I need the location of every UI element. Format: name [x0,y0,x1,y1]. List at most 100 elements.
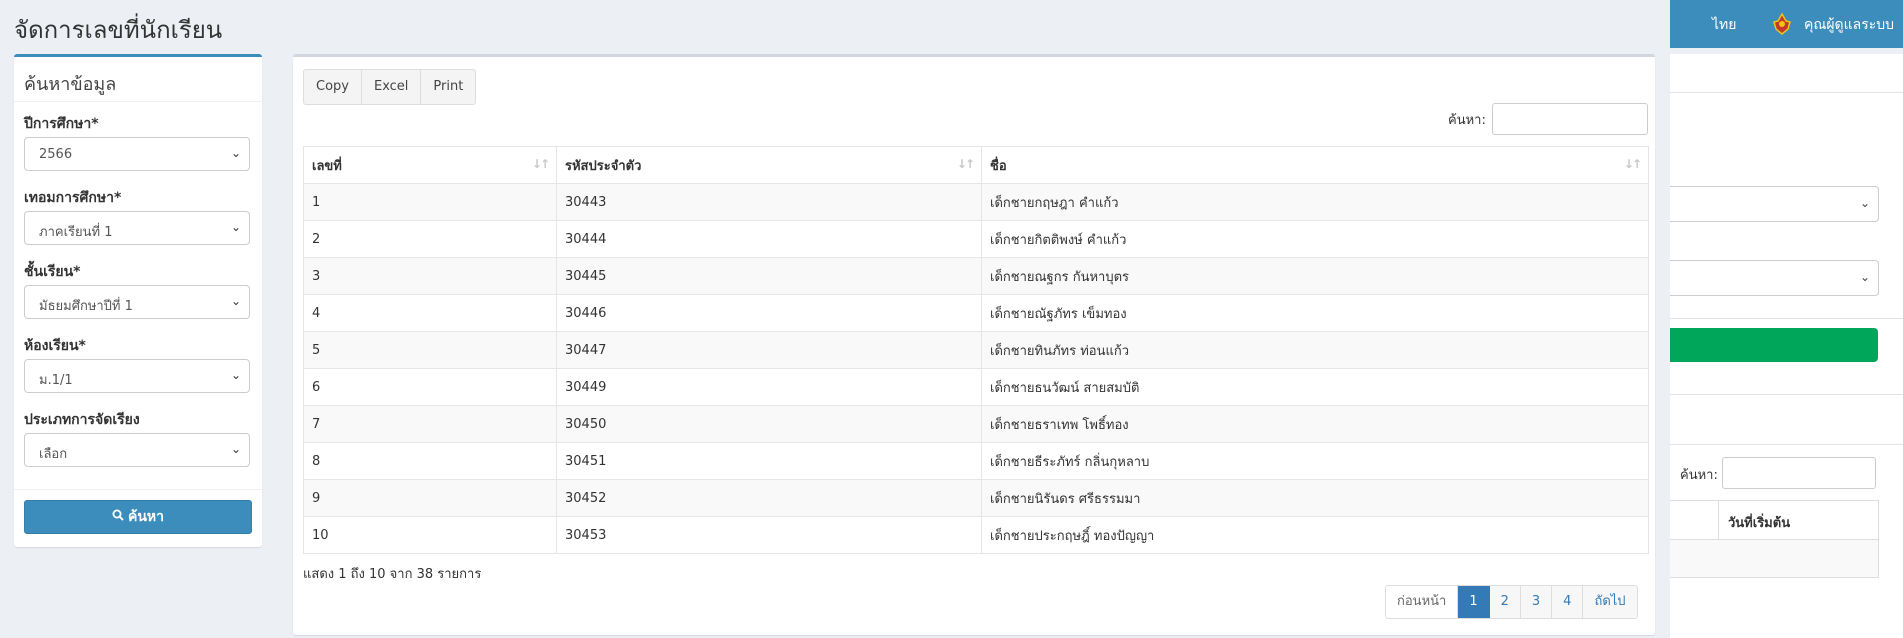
panel-divider [1670,394,1903,395]
table-row: 8 30451 เด็กชายธีระภัทร์ กลิ่นกุหลาบ [303,442,1649,480]
table-row: 9 30452 เด็กชายนิรันดร ศรีธรรมมา [303,479,1649,517]
panel-table-row [1670,540,1878,577]
sort-icon: ↓↑ [956,157,975,171]
cell-name: เด็กชายประกฤษฎิ์ ทองปัญญา [981,516,1649,554]
grade-level-label: ชั้นเรียน* [24,264,81,280]
cell-student-id: 30446 [556,294,982,332]
pagination: ก่อนหน้า 1 2 3 4 ถัดไป [1385,585,1638,619]
search-icon [112,501,124,533]
copy-button[interactable]: Copy [304,70,362,104]
search-box: ค้นหาข้อมูล ปีการศึกษา* 2566 ⌄ เทอมการศึ… [14,54,262,547]
cell-name: เด็กชายธราเทพ โพธิ์ทอง [981,405,1649,443]
cell-number: 3 [303,257,557,295]
cell-name: เด็กชายธนวัฒน์ สายสมบัติ [981,368,1649,406]
sort-icon: ↓↑ [531,157,550,171]
student-table: เลขที่ ↓↑ รหัสประจำตัว ↓↑ ชื่อ ↓↑ 1 30443 เด็… [303,146,1649,554]
grade-level-select[interactable]: มัธยมศึกษาปีที่ 1 ⌄ [24,285,250,319]
table-row: 3 30445 เด็กชายณฐกร กันหาบุตร [303,257,1649,295]
table-info: แสดง 1 ถึง 10 จาก 38 รายการ [303,567,482,582]
panel-table-header-label: วันที่เริ่มต้น [1728,516,1791,531]
excel-button[interactable]: Excel [362,70,422,104]
panel-select[interactable]: ⌄ [1670,260,1879,296]
table-header-row: เลขที่ ↓↑ รหัสประจำตัว ↓↑ ชื่อ ↓↑ [303,146,1649,184]
cell-number: 9 [303,479,557,517]
column-header-name[interactable]: ชื่อ ↓↑ [981,146,1649,184]
student-list-box: Copy Excel Print ค้นหา: เลขที่ ↓↑ รหัสประ… [293,54,1655,635]
table-filter-label: ค้นหา: [1448,113,1486,128]
table-row: 1 30443 เด็กชายกฤษฎา คำแก้ว [303,183,1649,221]
cell-number: 10 [303,516,557,554]
table-row: 2 30444 เด็กชายกิตติพงษ์ คำแก้ว [303,220,1649,258]
chevron-down-icon: ⌄ [230,294,241,308]
academic-year-label: ปีการศึกษา* [24,116,99,132]
cell-name: เด็กชายณัฐภัทร เข็มทอง [981,294,1649,332]
table-filter-input[interactable] [1492,103,1648,135]
table-row: 5 30447 เด็กชายทินภัทร ท่อนแก้ว [303,331,1649,369]
panel-divider [1670,92,1903,93]
select-value: 2566 [39,147,73,162]
user-name[interactable]: คุณผู้ดูแลระบบ [1804,14,1894,36]
right-overlapped-panel: ⌄ ⌄ ค้นหา: วันที่เริ่มต้น [1670,54,1903,638]
language-switch[interactable]: ไทย [1712,14,1736,36]
column-header-student-id[interactable]: รหัสประจำตัว ↓↑ [556,146,982,184]
panel-divider [1670,318,1903,319]
cell-name: เด็กชายทินภัทร ท่อนแก้ว [981,331,1649,369]
cell-number: 6 [303,368,557,406]
pagination-page-4[interactable]: 4 [1552,586,1584,618]
cell-number: 5 [303,331,557,369]
cell-name: เด็กชายธีระภัทร์ กลิ่นกุหลาบ [981,442,1649,480]
semester-label: เทอมการศึกษา* [24,190,122,206]
sort-icon: ↓↑ [1623,157,1642,171]
select-value: มัธยมศึกษาปีที่ 1 [39,299,133,314]
chevron-down-icon: ⌄ [230,442,241,456]
panel-table: วันที่เริ่มต้น [1670,500,1879,578]
panel-search-input[interactable] [1722,457,1876,489]
print-button[interactable]: Print [421,70,475,104]
semester-select[interactable]: ภาคเรียนที่ 1 ⌄ [24,211,250,245]
cell-number: 7 [303,405,557,443]
academic-year-select[interactable]: 2566 ⌄ [24,137,250,171]
select-value: ม.1/1 [39,373,73,388]
search-button-label: ค้นหา [127,509,165,525]
panel-select[interactable]: ⌄ [1670,186,1879,222]
chevron-down-icon: ⌄ [1859,196,1870,210]
pagination-page-3[interactable]: 3 [1520,586,1553,618]
cell-student-id: 30447 [556,331,982,369]
box-footer-divider [14,489,262,490]
top-navbar: ไทย คุณผู้ดูแลระบบ [1670,0,1903,48]
cell-name: เด็กชายณฐกร กันหาบุตร [981,257,1649,295]
pagination-prev[interactable]: ก่อนหน้า [1386,586,1459,618]
sort-type-select[interactable]: เลือก ⌄ [24,433,250,467]
column-header-number[interactable]: เลขที่ ↓↑ [303,146,557,184]
panel-divider [1670,444,1903,445]
select-value: ภาคเรียนที่ 1 [39,225,113,240]
pagination-next[interactable]: ถัดไป [1583,586,1637,618]
classroom-select[interactable]: ม.1/1 ⌄ [24,359,250,393]
cell-student-id: 30451 [556,442,982,480]
cell-student-id: 30444 [556,220,982,258]
cell-number: 1 [303,183,557,221]
cell-student-id: 30443 [556,183,982,221]
chevron-down-icon: ⌄ [230,220,241,234]
cell-student-id: 30452 [556,479,982,517]
search-button[interactable]: ค้นหา [24,500,252,534]
cell-name: เด็กชายกฤษฎา คำแก้ว [981,183,1649,221]
cell-number: 2 [303,220,557,258]
green-action-button[interactable] [1670,328,1878,362]
select-value: เลือก [39,447,68,462]
chevron-down-icon: ⌄ [230,368,241,382]
cell-student-id: 30449 [556,368,982,406]
sort-type-label: ประเภทการจัดเรียง [24,412,140,428]
page-title: จัดการเลขที่นักเรียน [14,16,223,44]
classroom-label: ห้องเรียน* [24,338,86,354]
cell-number: 8 [303,442,557,480]
pagination-page-2[interactable]: 2 [1489,586,1521,618]
pagination-page-1[interactable]: 1 [1458,586,1490,618]
chevron-down-icon: ⌄ [230,146,241,160]
cell-student-id: 30445 [556,257,982,295]
cell-number: 4 [303,294,557,332]
cell-student-id: 30453 [556,516,982,554]
user-emblem-icon[interactable] [1772,12,1792,35]
export-button-group: Copy Excel Print [303,69,477,105]
cell-name: เด็กชายนิรันดร ศรีธรรมมา [981,479,1649,517]
